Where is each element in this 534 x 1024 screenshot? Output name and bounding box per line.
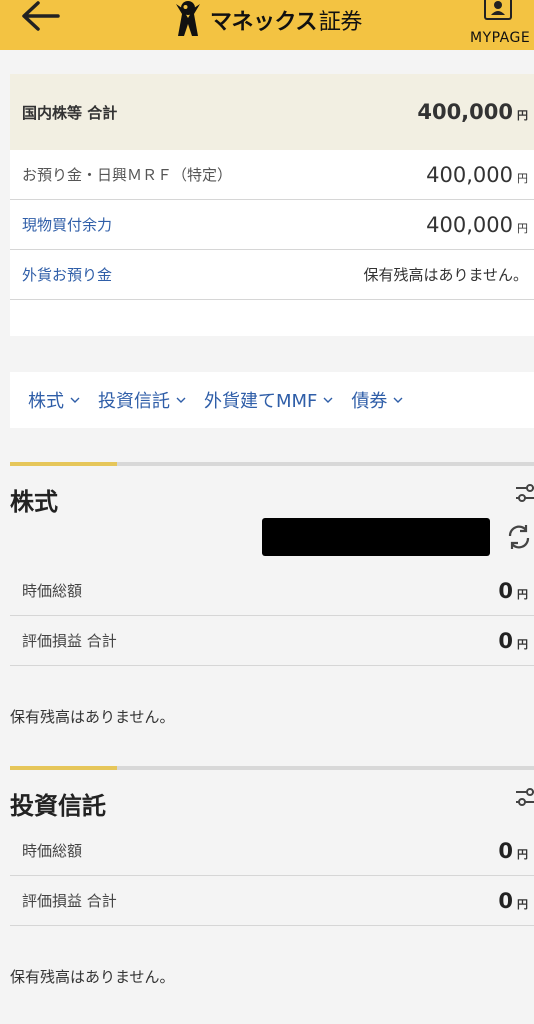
fx-deposit-link[interactable]: 外貨お預り金 xyxy=(22,264,112,285)
asset-tabs: 株式 投資信託 外貨建てMMF 債券 xyxy=(10,372,534,428)
market-value-label: 時価総額 xyxy=(22,582,83,600)
tab-bonds[interactable]: 債券 xyxy=(351,387,403,413)
market-value: 0 xyxy=(498,838,513,863)
buying-power-row[interactable]: 現物買付余力 400,000 円 xyxy=(10,200,534,250)
funds-filter-button[interactable] xyxy=(514,786,534,808)
section-accent xyxy=(10,766,117,770)
mascot-logo-icon xyxy=(176,1,200,36)
chevron-down-icon xyxy=(176,397,186,403)
funds-market-value-row: 時価総額 0 円 xyxy=(10,826,534,876)
app-header: マネックス 証券 MYPAGE xyxy=(0,0,534,50)
sliders-icon xyxy=(516,788,534,806)
stocks-no-holdings: 保有残高はありません。 xyxy=(10,708,175,726)
stocks-title: 株式 xyxy=(10,488,58,516)
deposit-mrf-row: お預り金・日興ＭＲＦ（特定） 400,000 円 xyxy=(10,150,534,200)
chevron-down-icon xyxy=(70,397,80,403)
funds-no-holdings: 保有残高はありません。 xyxy=(10,968,175,986)
fx-deposit-row[interactable]: 外貨お預り金 保有残高はありません。 xyxy=(10,250,534,300)
balance-summary: 国内株等 合計 400,000 円 お預り金・日興ＭＲＦ（特定） 400,000… xyxy=(10,74,534,336)
yen-unit: 円 xyxy=(517,171,528,185)
buying-power-value: 400,000 xyxy=(426,212,513,237)
total-value: 400,000 xyxy=(417,100,513,124)
back-button[interactable] xyxy=(18,0,66,36)
funds-title: 投資信託 xyxy=(10,792,106,820)
pl-label: 評価損益 合計 xyxy=(22,632,117,650)
mypage-label: MYPAGE xyxy=(470,30,531,46)
sliders-icon xyxy=(516,484,534,502)
stocks-filter-button[interactable] xyxy=(514,482,534,504)
tab-label: 債券 xyxy=(351,391,388,412)
yen-unit: 円 xyxy=(517,897,528,911)
pl-amount: 0 円 xyxy=(498,629,528,653)
total-row: 国内株等 合計 400,000 円 xyxy=(10,74,534,150)
market-value-label: 時価総額 xyxy=(22,842,83,860)
pl-value: 0 xyxy=(498,628,513,653)
yen-unit: 円 xyxy=(517,221,528,235)
refresh-button[interactable] xyxy=(504,522,534,552)
brand-logo[interactable]: マネックス 証券 xyxy=(168,0,362,40)
tab-stocks[interactable]: 株式 xyxy=(28,387,80,413)
pl-value: 0 xyxy=(498,888,513,913)
yen-unit: 円 xyxy=(517,637,528,651)
buying-power-link[interactable]: 現物買付余力 xyxy=(22,214,112,235)
chevron-down-icon xyxy=(323,397,333,403)
funds-section: 投資信託 時価総額 0 円 評価損益 合計 0 円 保有残高はありません。 xyxy=(10,766,534,1024)
tab-label: 投資信託 xyxy=(98,391,170,412)
buying-power-amount: 400,000 円 xyxy=(426,213,528,237)
user-icon xyxy=(484,0,512,20)
stocks-pl-row: 評価損益 合計 0 円 xyxy=(10,616,534,666)
pl-amount: 0 円 xyxy=(498,889,528,913)
tab-label: 外貨建てMMF xyxy=(204,391,318,412)
deposit-mrf-label: お預り金・日興ＭＲＦ（特定） xyxy=(22,166,233,184)
brand-suffix: 証券 xyxy=(318,10,363,35)
tab-funds[interactable]: 投資信託 xyxy=(98,387,186,413)
chevron-down-icon xyxy=(393,397,403,403)
deposit-mrf-value: 400,000 xyxy=(426,162,513,187)
tab-foreign-mmf[interactable]: 外貨建てMMF xyxy=(204,387,333,413)
tab-label: 株式 xyxy=(28,391,64,412)
total-amount: 400,000 円 xyxy=(417,100,528,124)
deposit-mrf-amount: 400,000 円 xyxy=(426,163,528,187)
yen-unit: 円 xyxy=(517,847,528,861)
total-label: 国内株等 合計 xyxy=(22,103,118,122)
market-value-amount: 0 円 xyxy=(498,839,528,863)
pl-label: 評価損益 合計 xyxy=(22,892,117,910)
market-value-amount: 0 円 xyxy=(498,579,528,603)
arrow-left-icon xyxy=(22,1,60,31)
refresh-icon xyxy=(508,525,530,549)
brand-name: マネックス xyxy=(210,10,317,35)
section-accent xyxy=(10,462,117,466)
market-value: 0 xyxy=(498,578,513,603)
stocks-market-value-row: 時価総額 0 円 xyxy=(10,566,534,616)
fx-deposit-value: 保有残高はありません。 xyxy=(363,266,528,284)
mypage-button[interactable]: MYPAGE xyxy=(466,0,534,50)
funds-pl-row: 評価損益 合計 0 円 xyxy=(10,876,534,926)
yen-unit: 円 xyxy=(517,109,528,122)
yen-unit: 円 xyxy=(517,587,528,601)
stocks-section: 株式 時価総額 0 円 評価損益 合計 0 円 保有残高はありません。 xyxy=(10,462,534,742)
redacted-block xyxy=(262,518,490,556)
